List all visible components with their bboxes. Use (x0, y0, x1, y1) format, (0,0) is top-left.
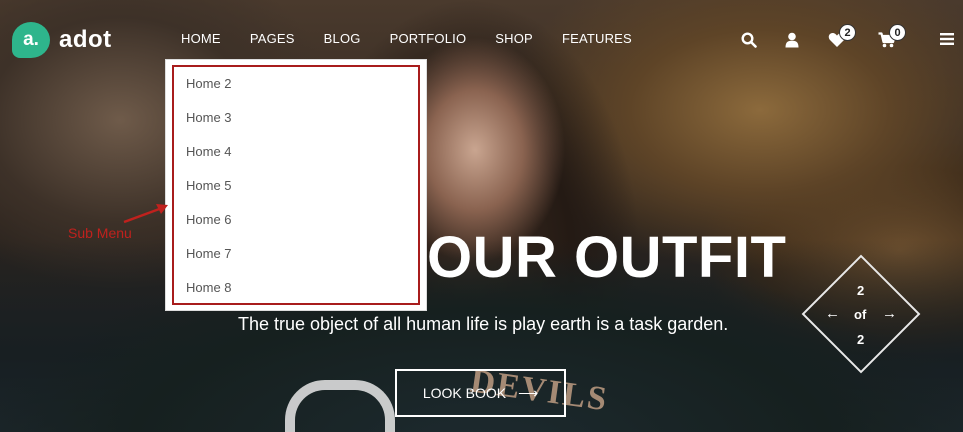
nav-item-features[interactable]: FEATURES (562, 31, 632, 46)
look-book-label: LOOK BOOK (422, 385, 507, 401)
user-icon (785, 32, 799, 48)
slide-of-label: of (854, 307, 867, 322)
main-nav: HOME PAGES BLOG PORTFOLIO SHOP FEATURES (181, 31, 632, 46)
slide-current: 2 (857, 283, 865, 298)
shirt-print-graphic (285, 380, 395, 432)
menu-button[interactable] (937, 26, 961, 54)
wishlist-count-badge: 2 (839, 24, 856, 41)
submenu-item-home-6[interactable]: Home 6 (186, 212, 232, 227)
submenu-item-home-5[interactable]: Home 5 (186, 178, 232, 193)
prev-slide-arrow-icon[interactable]: ← (825, 305, 840, 322)
nav-item-portfolio[interactable]: PORTFOLIO (390, 31, 467, 46)
look-book-button[interactable]: LOOK BOOK ⟶ (395, 369, 566, 417)
hamburger-icon (940, 33, 954, 45)
home-submenu: Home 2 Home 3 Home 4 Home 5 Home 6 Home … (165, 59, 427, 311)
account-button[interactable] (782, 26, 806, 54)
submenu-item-home-4[interactable]: Home 4 (186, 144, 232, 159)
logo-mark: a. (12, 22, 50, 58)
cart-count-badge: 0 (889, 24, 906, 41)
annotation-label: Sub Menu (68, 225, 132, 241)
submenu-item-home-7[interactable]: Home 7 (186, 246, 232, 261)
site-logo[interactable]: a. adot (12, 22, 112, 58)
search-icon (741, 32, 757, 48)
submenu-item-home-8[interactable]: Home 8 (186, 280, 232, 295)
nav-item-shop[interactable]: SHOP (495, 31, 533, 46)
slide-pager: 2 ← of → 2 (812, 281, 910, 347)
submenu-item-home-2[interactable]: Home 2 (186, 76, 232, 91)
nav-item-blog[interactable]: BLOG (324, 31, 361, 46)
logo-text: adot (59, 26, 112, 53)
hero-tagline: The true object of all human life is pla… (238, 314, 729, 334)
search-button[interactable] (738, 26, 762, 54)
next-slide-arrow-icon[interactable]: → (882, 305, 897, 322)
nav-item-pages[interactable]: PAGES (250, 31, 295, 46)
cart-button[interactable]: 0 (875, 24, 906, 54)
wishlist-button[interactable]: 2 (825, 24, 856, 54)
submenu-item-home-3[interactable]: Home 3 (186, 110, 232, 125)
slide-total: 2 (857, 332, 865, 347)
annotation-arrow-icon (123, 204, 168, 224)
hero-headline: OUR OUTFIT (427, 225, 787, 290)
arrow-right-icon: ⟶ (518, 384, 539, 401)
nav-item-home[interactable]: HOME (181, 31, 221, 46)
